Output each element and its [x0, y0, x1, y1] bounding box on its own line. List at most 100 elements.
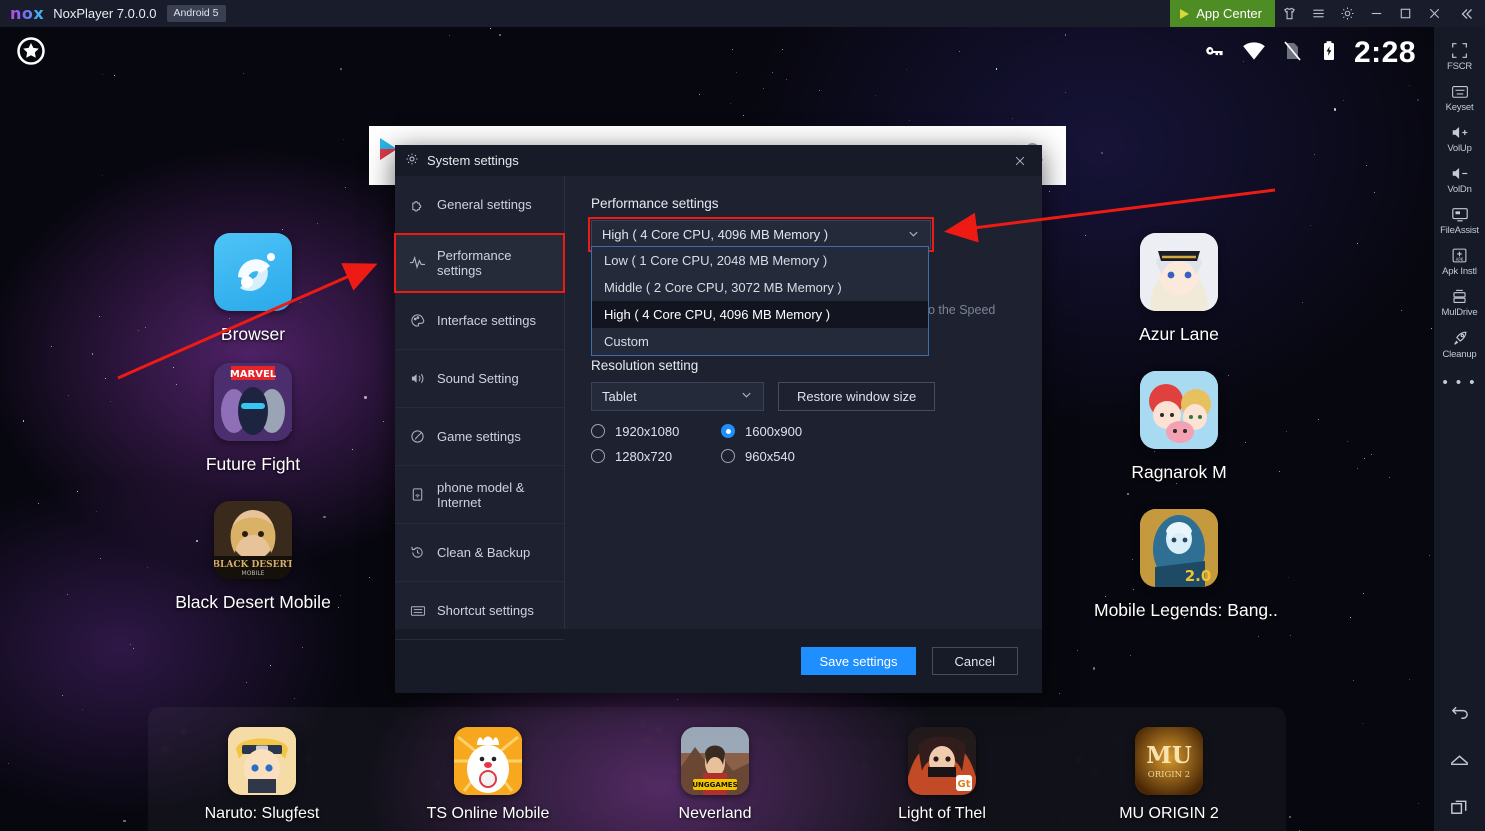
- device-profile-value: Tablet: [602, 389, 637, 404]
- palette-icon: [409, 313, 426, 328]
- gear-icon[interactable]: [1333, 0, 1362, 27]
- volume-down-icon: [1450, 165, 1470, 182]
- dropdown-option-high[interactable]: High ( 4 Core CPU, 4096 MB Memory ): [592, 301, 928, 328]
- toolbar-keyset[interactable]: Keyset: [1434, 76, 1485, 117]
- dropdown-option-custom[interactable]: Custom: [592, 328, 928, 355]
- svg-text:MARVEL: MARVEL: [230, 369, 277, 380]
- dialog-body: General settings Performance settings: [395, 176, 1042, 629]
- app-title: NoxPlayer 7.0.0.0: [53, 6, 156, 21]
- nox-logo: nox: [10, 4, 44, 23]
- nox-side-toolbar: FSCR Keyset VolUp VolDn: [1434, 27, 1485, 831]
- app-icon-azur-lane[interactable]: Azur Lane: [1094, 233, 1264, 345]
- toolbar-file-assist[interactable]: FileAssist: [1434, 199, 1485, 240]
- naruto-icon: [228, 727, 296, 795]
- sidebar-item-phone-model-internet[interactable]: phone model & Internet: [395, 466, 564, 524]
- cancel-button[interactable]: Cancel: [932, 647, 1018, 675]
- app-dock: Naruto: Slugfest: [148, 707, 1286, 831]
- save-settings-button[interactable]: Save settings: [801, 647, 915, 675]
- play-store-icon: [1180, 9, 1189, 19]
- app-icon-browser[interactable]: Browser: [168, 233, 338, 345]
- performance-preset-dropdown[interactable]: Low ( 1 Core CPU, 2048 MB Memory ) Middl…: [591, 246, 929, 356]
- azur-lane-icon: [1140, 233, 1218, 311]
- collapse-icon[interactable]: [1449, 0, 1485, 27]
- app-icon-neverland[interactable]: UNGGAMES Neverland: [630, 727, 800, 823]
- sidebar-item-label: Interface settings: [437, 313, 536, 328]
- neverland-icon: UNGGAMES: [681, 727, 749, 795]
- apk-install-icon: APK: [1451, 247, 1468, 264]
- dialog-close-button[interactable]: [1004, 145, 1036, 176]
- toolbar-label: FSCR: [1447, 61, 1472, 72]
- sidebar-item-general-settings[interactable]: General settings: [395, 176, 564, 234]
- svg-text:BLACK DESERT: BLACK DESERT: [214, 560, 292, 570]
- resolution-label: 1600x900: [745, 424, 802, 439]
- performance-preset-select[interactable]: High ( 4 Core CPU, 4096 MB Memory ): [591, 220, 931, 249]
- app-icon-naruto-slugfest[interactable]: Naruto: Slugfest: [177, 727, 347, 823]
- sidebar-item-interface-settings[interactable]: Interface settings: [395, 292, 564, 350]
- radio-960x540[interactable]: [721, 449, 735, 463]
- dialog-title: System settings: [427, 153, 519, 168]
- performance-preset-value: High ( 4 Core CPU, 4096 MB Memory ): [602, 227, 828, 242]
- app-icon-mobile-legends[interactable]: 2.0 Mobile Legends: Bang..: [1094, 509, 1264, 621]
- app-icon-ragnarok-m[interactable]: Ragnarok M: [1094, 371, 1264, 483]
- app-icon-black-desert-mobile[interactable]: BLACK DESERT MOBILE Black Desert Mobile: [168, 501, 338, 613]
- app-icon-light-of-thel[interactable]: Gt Light of Thel: [857, 727, 1027, 823]
- back-icon[interactable]: [1449, 703, 1470, 729]
- sidebar-item-label: General settings: [437, 197, 532, 212]
- resolution-option-1920x1080[interactable]: 1920x1080: [591, 424, 721, 439]
- recents-icon[interactable]: [1449, 797, 1470, 823]
- chevron-down-icon: [740, 388, 753, 404]
- resolution-option-960x540[interactable]: 960x540: [721, 449, 851, 464]
- dropdown-option-low[interactable]: Low ( 1 Core CPU, 2048 MB Memory ): [592, 247, 928, 274]
- close-icon[interactable]: [1420, 0, 1449, 27]
- browser-icon: [214, 233, 292, 311]
- sidebar-item-shortcut-settings[interactable]: Shortcut settings: [395, 582, 564, 640]
- app-label: Mobile Legends: Bang..: [1094, 600, 1264, 621]
- toolbar-fullscreen[interactable]: FSCR: [1434, 35, 1485, 76]
- radio-1600x900[interactable]: [721, 424, 735, 438]
- system-settings-dialog: System settings General settings: [395, 145, 1042, 693]
- toolbar-volume-down[interactable]: VolDn: [1434, 158, 1485, 199]
- toolbar-label: FileAssist: [1440, 225, 1479, 236]
- radio-1920x1080[interactable]: [591, 424, 605, 438]
- app-label: Neverland: [630, 805, 800, 823]
- radio-1280x720[interactable]: [591, 449, 605, 463]
- app-label: TS Online Mobile: [403, 805, 573, 823]
- mu-origin-2-icon: MU ORIGIN 2: [1135, 727, 1203, 795]
- device-profile-select[interactable]: Tablet: [591, 382, 764, 411]
- dialog-titlebar: System settings: [395, 145, 1042, 176]
- app-center-button[interactable]: App Center: [1170, 0, 1275, 27]
- dropdown-option-middle[interactable]: Middle ( 2 Core CPU, 3072 MB Memory ): [592, 274, 928, 301]
- svg-text:MU: MU: [1146, 742, 1192, 769]
- resolution-controls: Tablet Restore window size: [591, 382, 1018, 411]
- toolbar-volume-up[interactable]: VolUp: [1434, 117, 1485, 158]
- app-icon-ts-online-mobile[interactable]: TS Online Mobile: [403, 727, 573, 823]
- toolbar-label: Keyset: [1446, 102, 1474, 113]
- battery-charging-icon: [1317, 39, 1341, 68]
- chevron-down-icon: [907, 227, 920, 243]
- home-icon[interactable]: [1449, 750, 1470, 776]
- shirt-icon[interactable]: [1275, 0, 1304, 27]
- status-clock: 2:28: [1354, 38, 1416, 68]
- toolbar-apk-install[interactable]: APK Apk Instl: [1434, 240, 1485, 281]
- resolution-option-1600x900[interactable]: 1600x900: [721, 424, 851, 439]
- app-center-label: App Center: [1196, 6, 1262, 21]
- status-icons: 2:28: [1202, 38, 1416, 69]
- toolbar-cleanup[interactable]: Cleanup: [1434, 322, 1485, 364]
- sidebar-item-clean-backup[interactable]: Clean & Backup: [395, 524, 564, 582]
- sidebar-item-performance-settings[interactable]: Performance settings: [395, 234, 564, 292]
- resolution-section-title: Resolution setting: [591, 358, 1018, 373]
- restore-window-size-button[interactable]: Restore window size: [778, 382, 935, 411]
- menu-icon[interactable]: [1304, 0, 1333, 27]
- maximize-icon[interactable]: [1391, 0, 1420, 27]
- toolbar-more-button[interactable]: • • •: [1442, 364, 1476, 391]
- sidebar-item-label: Shortcut settings: [437, 603, 534, 618]
- app-icon-future-fight[interactable]: MARVEL Future Fight: [168, 363, 338, 475]
- sidebar-item-sound-setting[interactable]: Sound Setting: [395, 350, 564, 408]
- minimize-icon[interactable]: [1362, 0, 1391, 27]
- resolution-option-1280x720[interactable]: 1280x720: [591, 449, 721, 464]
- app-icon-mu-origin-2[interactable]: MU ORIGIN 2 MU ORIGIN 2: [1084, 727, 1254, 823]
- sidebar-item-game-settings[interactable]: Game settings: [395, 408, 564, 466]
- keyboard-icon: [409, 604, 426, 618]
- app-label: Azur Lane: [1094, 324, 1264, 345]
- toolbar-multi-drive[interactable]: MulDrive: [1434, 281, 1485, 322]
